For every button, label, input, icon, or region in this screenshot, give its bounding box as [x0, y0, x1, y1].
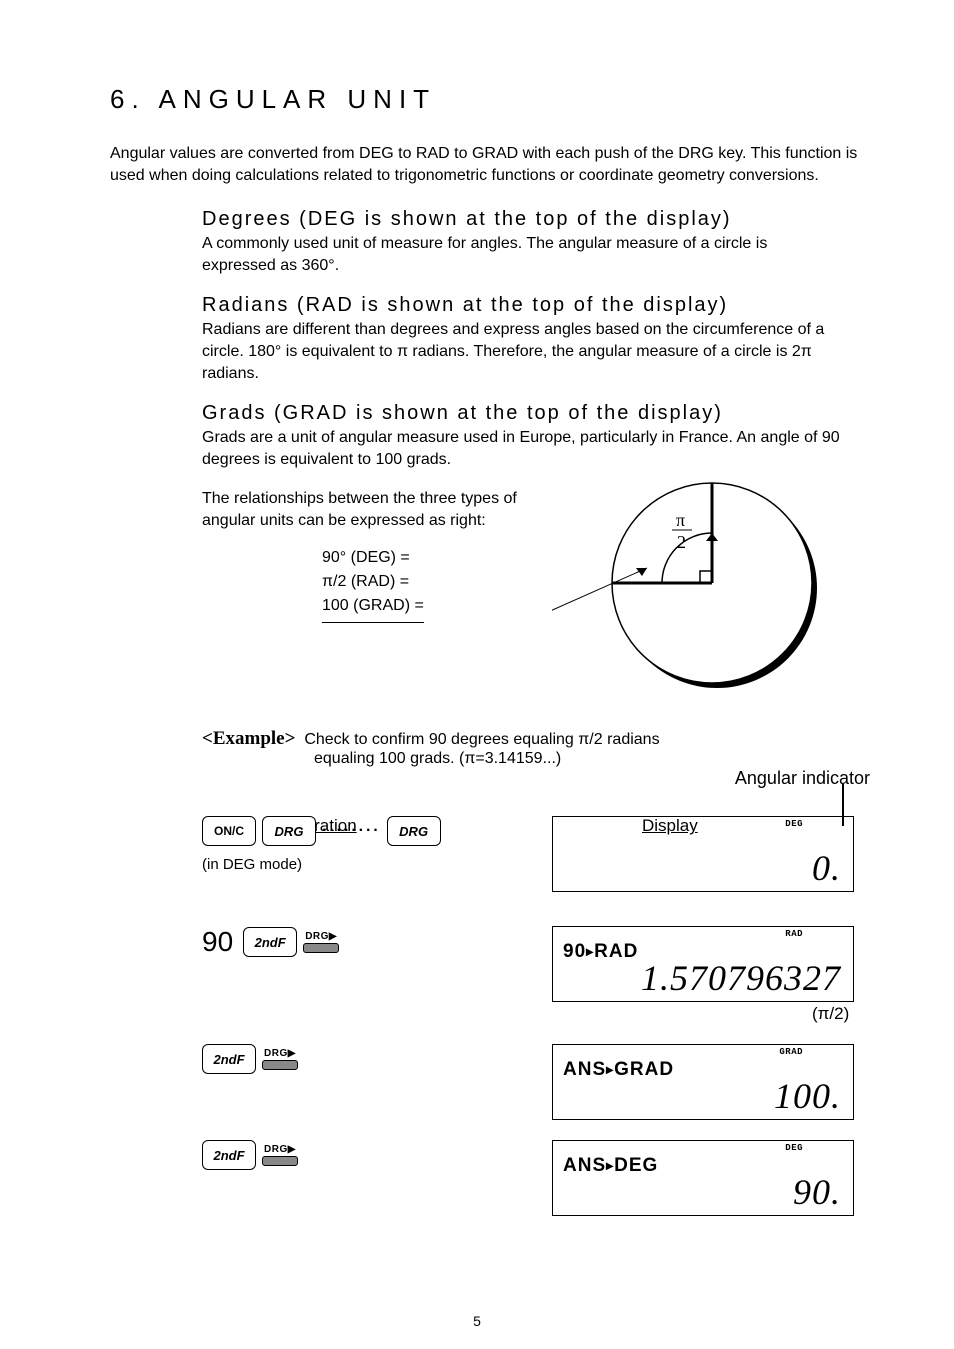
lcd-display-3: GRAD ANS▸GRAD 100. [552, 1044, 854, 1120]
angle-diagram: π 2 [552, 458, 852, 708]
lcd-display-2: RAD 90▸RAD 1.570796327 [552, 926, 854, 1002]
degrees-heading: Degrees (DEG is shown at the top of the … [202, 208, 842, 231]
intro-paragraph: Angular values are converted from DEG to… [110, 143, 860, 186]
radians-body: Radians are different than degrees and e… [202, 319, 842, 384]
svg-text:2: 2 [677, 532, 686, 552]
lcd-expression: ANS▸GRAD [563, 1059, 674, 1081]
secondf-key: 2ndF [243, 927, 297, 957]
secondf-key: 2ndF [202, 1044, 256, 1074]
grads-heading: Grads (GRAD is shown at the top of the d… [202, 402, 842, 425]
lcd-value: 90. [793, 1171, 841, 1213]
section-title: 6. ANGULAR UNIT [110, 84, 860, 115]
onc-key: ON/C [202, 816, 256, 846]
example-line2: equaling 100 grads. (π=3.14159...) [314, 750, 561, 767]
lcd-display-1: DEG 0. [552, 816, 854, 892]
deg-mode-note: (in DEG mode) [202, 856, 302, 873]
lcd-expression: 90▸RAD [563, 941, 638, 963]
drg-key: DRG [387, 816, 441, 846]
mode-indicator: DEG [785, 1143, 803, 1153]
drg-key: DRG [262, 816, 316, 846]
angular-indicator-label: Angular indicator [735, 768, 870, 789]
input-90: 90 [202, 926, 233, 958]
mode-indicator: RAD [785, 929, 803, 939]
relationship-text: The relationships between the three type… [202, 488, 522, 531]
ellipsis: ········ [322, 822, 381, 840]
page-number: 5 [0, 1313, 954, 1329]
pi-over-2-note: (π/2) [812, 1004, 849, 1024]
drg-shift-key: DRG▶ [262, 1144, 298, 1166]
lcd-value: 0. [812, 847, 841, 889]
drg-shift-key: DRG▶ [303, 931, 339, 953]
mode-indicator: DEG [785, 819, 803, 829]
drg-shift-key: DRG▶ [262, 1048, 298, 1070]
lcd-expression: ANS▸DEG [563, 1155, 658, 1177]
relationship-equations: 90° (DEG) = π/2 (RAD) = 100 (GRAD) = [322, 546, 424, 623]
example-line1: Check to confirm 90 degrees equaling π/2… [304, 731, 659, 748]
lcd-value: 100. [774, 1075, 841, 1117]
example-tag: <Example> [202, 728, 295, 749]
degrees-body: A commonly used unit of measure for angl… [202, 233, 842, 276]
lcd-value: 1.570796327 [641, 957, 841, 999]
lcd-display-4: DEG ANS▸DEG 90. [552, 1140, 854, 1216]
svg-text:π: π [676, 510, 685, 530]
radians-heading: Radians (RAD is shown at the top of the … [202, 294, 842, 317]
mode-indicator: GRAD [779, 1047, 803, 1057]
secondf-key: 2ndF [202, 1140, 256, 1170]
